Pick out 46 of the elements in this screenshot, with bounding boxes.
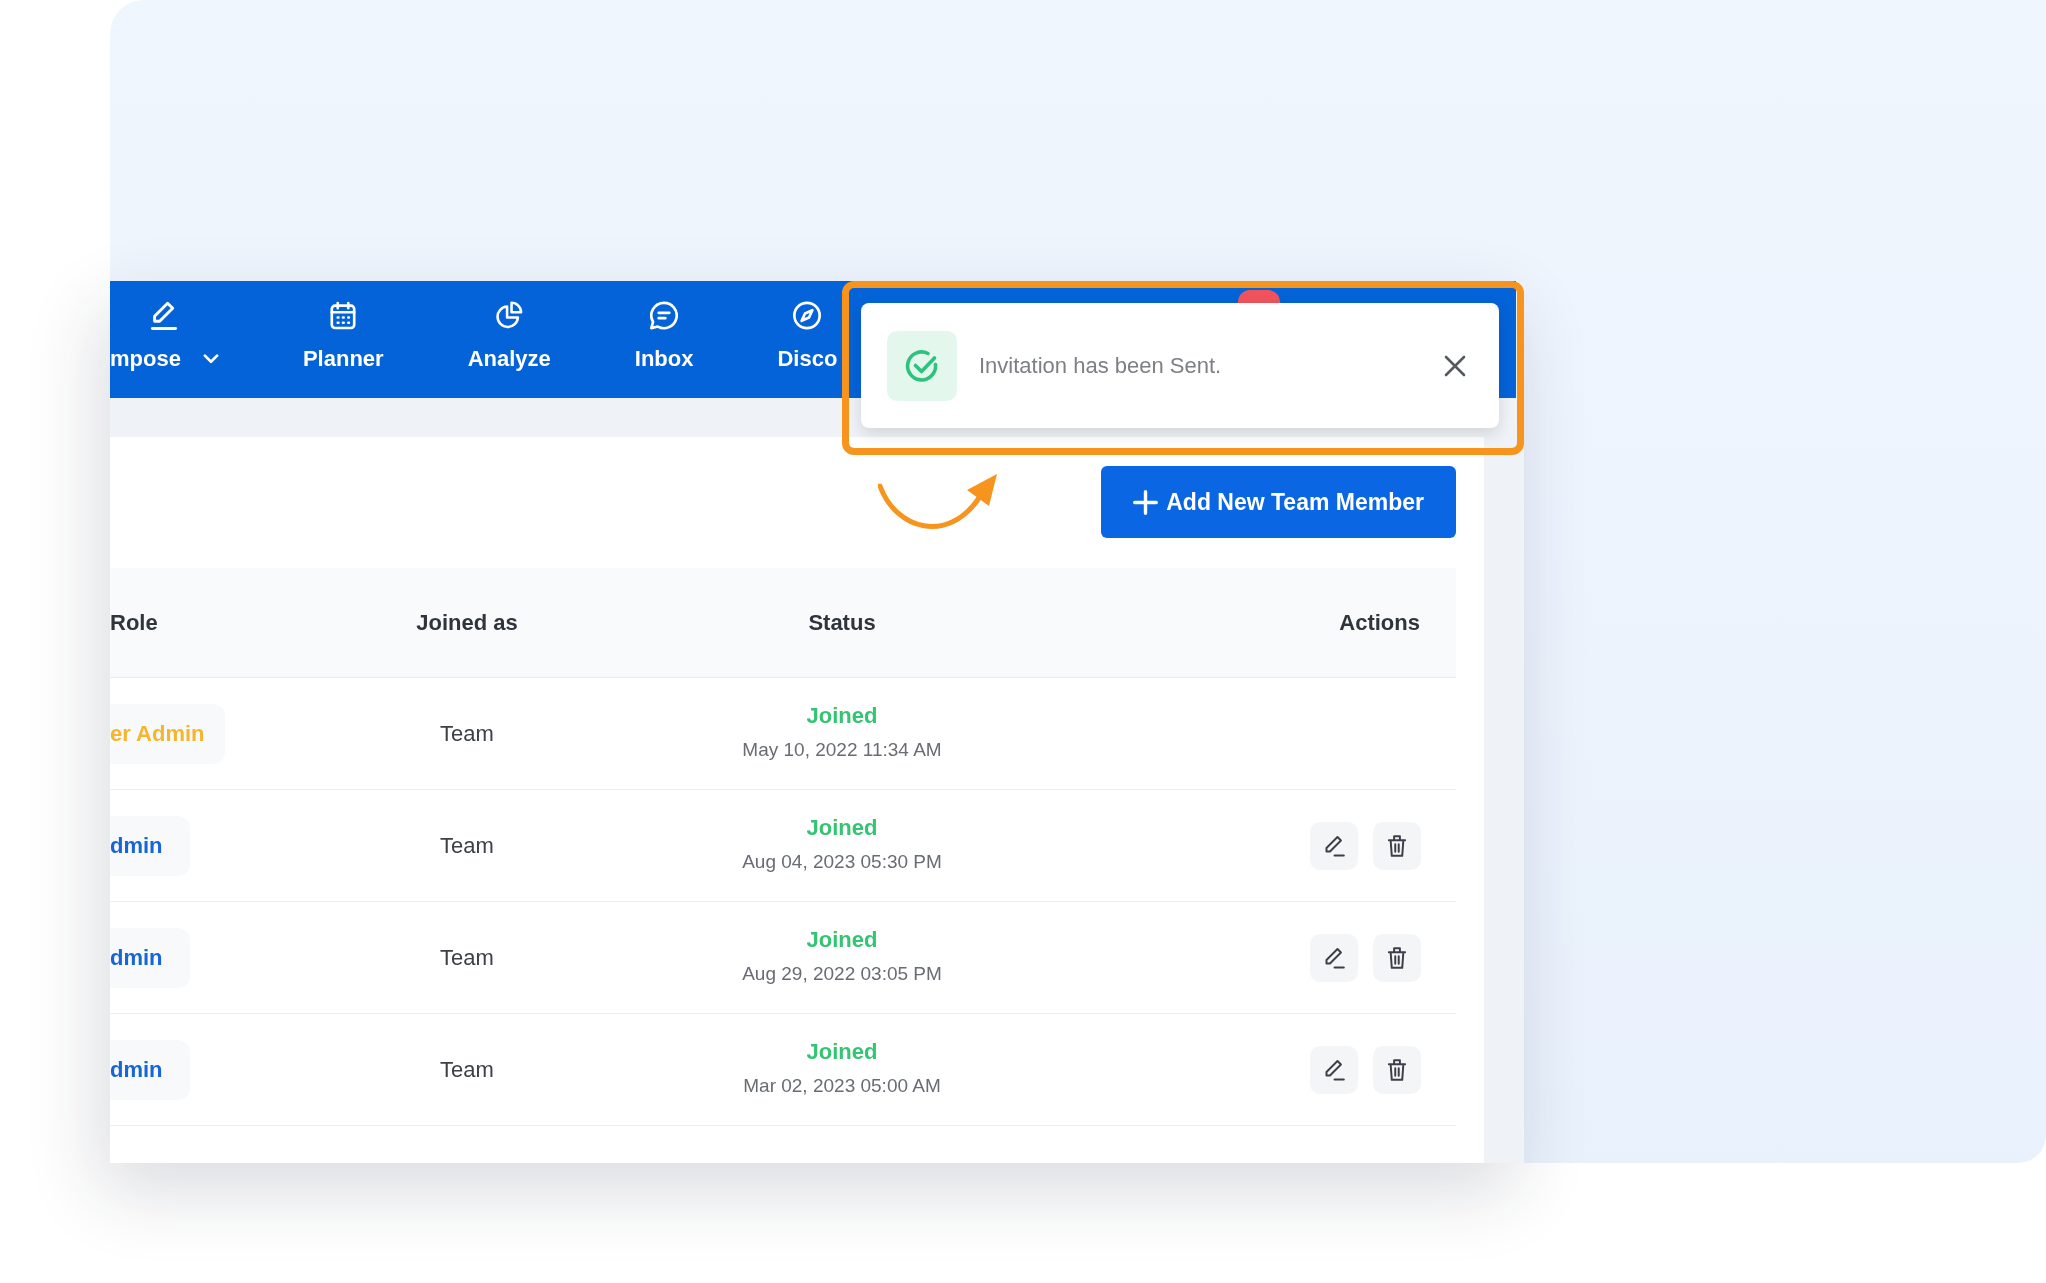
role-badge: dmin (110, 927, 190, 988)
nav-item[interactable]: mpose (110, 281, 219, 372)
delete-button[interactable] (1373, 933, 1421, 982)
column-header: Status (808, 609, 876, 636)
trash-icon (1386, 834, 1408, 857)
nav-item[interactable]: Planner (302, 281, 384, 372)
nav-item[interactable]: Analyze (467, 281, 551, 372)
delete-button[interactable] (1373, 821, 1421, 870)
close-icon (1444, 354, 1466, 377)
delete-button[interactable] (1373, 1045, 1421, 1094)
column-header: Joined as (416, 609, 518, 636)
pencil-icon (1323, 834, 1345, 857)
date-text: May 10, 2022 11:34 AM (742, 739, 942, 761)
status-text: Joined (806, 927, 878, 953)
calendar-icon (329, 301, 358, 330)
status-text: Joined (806, 703, 878, 729)
trash-icon (1386, 946, 1408, 969)
toast-message: Invitation has been Sent. (979, 352, 1223, 379)
column-header: Actions (1339, 609, 1420, 636)
joined-as-text: Team (440, 1056, 494, 1083)
compass-icon (793, 301, 822, 330)
add-member-button[interactable]: Add New Team Member (1101, 466, 1456, 538)
pencil-icon (1323, 946, 1345, 969)
trash-icon (1386, 1058, 1408, 1081)
joined-as-text: Team (440, 720, 494, 747)
plus-icon (1133, 489, 1159, 515)
pie-chart-icon (495, 301, 524, 330)
role-badge: dmin (110, 1039, 190, 1100)
date-text: Mar 02, 2023 05:00 AM (743, 1075, 941, 1097)
status-text: Joined (806, 815, 878, 841)
date-text: Aug 04, 2023 05:30 PM (742, 851, 942, 873)
nav-item[interactable]: Inbox (634, 281, 694, 372)
edit-button[interactable] (1310, 821, 1358, 870)
pencil-icon (1323, 1058, 1345, 1081)
status-text: Joined (806, 1039, 878, 1065)
date-text: Aug 29, 2022 03:05 PM (742, 963, 942, 985)
chat-bubble-icon (650, 301, 679, 330)
pencil-icon (150, 301, 179, 330)
edit-button[interactable] (1310, 933, 1358, 982)
joined-as-text: Team (440, 832, 494, 859)
edit-button[interactable] (1310, 1045, 1358, 1094)
joined-as-text: Team (440, 944, 494, 971)
nav-item[interactable]: Disco (777, 281, 838, 372)
role-badge: dmin (110, 815, 190, 876)
column-header: Role (110, 609, 158, 636)
role-badge: er Admin (110, 703, 225, 764)
